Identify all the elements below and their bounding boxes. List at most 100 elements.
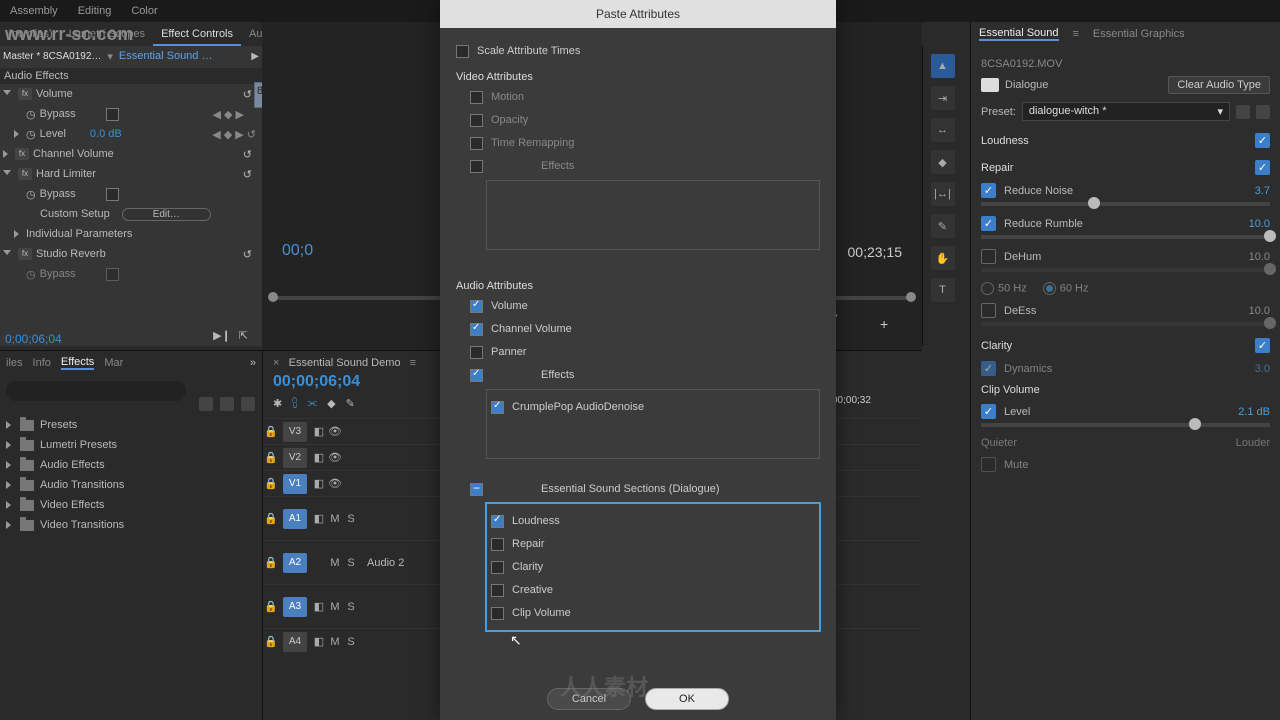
mute-icon[interactable]: M: [327, 601, 343, 613]
reduce-noise-checkbox[interactable]: [981, 183, 996, 198]
razor-tool-icon[interactable]: ◆: [931, 150, 955, 174]
pen-tool-icon[interactable]: ✎: [931, 214, 955, 238]
disclosure-icon[interactable]: [14, 230, 19, 238]
sequence-name[interactable]: Essential Sound Demo: [289, 357, 401, 369]
panner-checkbox[interactable]: [470, 346, 483, 359]
mute-checkbox[interactable]: [981, 457, 996, 472]
tab-essential-graphics[interactable]: Essential Graphics: [1093, 28, 1185, 40]
deess-slider[interactable]: [981, 322, 1270, 326]
video-effects-listbox[interactable]: [486, 180, 820, 250]
seq-link[interactable]: Essential Sound …: [119, 50, 213, 62]
reduce-noise-value[interactable]: 3.7: [1255, 185, 1270, 197]
toggle-output-icon[interactable]: ◧: [311, 600, 327, 613]
toggle-output-icon[interactable]: ◧: [311, 477, 327, 490]
slip-tool-icon[interactable]: |↔|: [931, 182, 955, 206]
radio-50hz[interactable]: [981, 282, 994, 295]
lock-icon[interactable]: 🔒: [263, 477, 279, 490]
solo-icon[interactable]: S: [343, 513, 359, 525]
track-a1[interactable]: A1: [283, 509, 307, 529]
ess-clarity-checkbox[interactable]: [491, 561, 504, 574]
ess-sections-listbox[interactable]: Loudness Repair Clarity Creative Clip Vo…: [486, 503, 820, 631]
track-v1[interactable]: V1: [283, 474, 307, 494]
dehum-checkbox[interactable]: [981, 249, 996, 264]
ripple-edit-icon[interactable]: ↔: [931, 118, 955, 142]
opacity-checkbox[interactable]: [470, 114, 483, 127]
loudness-toggle[interactable]: [1255, 133, 1270, 148]
stopwatch-icon[interactable]: ◷: [26, 108, 36, 121]
radio-60hz[interactable]: [1043, 282, 1056, 295]
lock-icon[interactable]: 🔒: [263, 635, 279, 648]
linked-sel-icon[interactable]: ⫘: [307, 397, 317, 410]
dehum-value[interactable]: 10.0: [1249, 251, 1270, 263]
tree-item-presets[interactable]: Presets: [6, 415, 256, 435]
stopwatch-icon[interactable]: ◷: [26, 128, 36, 141]
tab-effects[interactable]: Effects: [61, 356, 94, 370]
add-icon[interactable]: +: [880, 316, 888, 332]
reduce-noise-slider[interactable]: [981, 202, 1270, 206]
lock-icon[interactable]: 🔒: [263, 512, 279, 525]
fx-hard-limiter[interactable]: Hard Limiter: [36, 168, 96, 180]
time-remap-checkbox[interactable]: [470, 137, 483, 150]
magnet-icon[interactable]: ⩉: [292, 397, 297, 410]
marker-icon[interactable]: ◆: [327, 397, 335, 410]
video-effects-checkbox[interactable]: [470, 160, 483, 173]
audio-effects-listbox[interactable]: CrumplePop AudioDenoise: [486, 389, 820, 459]
tab-markers[interactable]: Mar: [104, 357, 123, 369]
menu-editing[interactable]: Editing: [78, 5, 112, 17]
hand-tool-icon[interactable]: ✋: [931, 246, 955, 270]
lock-icon[interactable]: 🔒: [263, 425, 279, 438]
solo-icon[interactable]: S: [343, 636, 359, 648]
bypass-checkbox[interactable]: [106, 188, 119, 201]
ess-creative-checkbox[interactable]: [491, 584, 504, 597]
preset-dropdown[interactable]: dialogue-witch *▾: [1022, 102, 1230, 121]
track-v2[interactable]: V2: [283, 448, 307, 468]
selection-tool-icon[interactable]: ▲: [931, 54, 955, 78]
dehum-slider[interactable]: [981, 268, 1270, 272]
eye-icon[interactable]: 👁: [327, 451, 343, 464]
solo-icon[interactable]: S: [343, 601, 359, 613]
clear-audio-type-button[interactable]: Clear Audio Type: [1168, 76, 1270, 94]
save-preset-icon[interactable]: [1236, 105, 1250, 119]
fx-studio-reverb[interactable]: Studio Reverb: [36, 248, 106, 260]
track-a4[interactable]: A4: [283, 632, 307, 652]
mute-icon[interactable]: M: [327, 636, 343, 648]
toggle-output-icon[interactable]: ◧: [311, 512, 327, 525]
fx-badge-icon[interactable]: fx: [18, 168, 32, 180]
tab-files[interactable]: iles: [6, 357, 23, 369]
fx-channel-volume[interactable]: Channel Volume: [33, 148, 114, 160]
snap-icon[interactable]: ✱: [273, 397, 282, 410]
tree-item-audio-trans[interactable]: Audio Transitions: [6, 475, 256, 495]
track-a2[interactable]: A2: [283, 553, 307, 573]
effects-search-input[interactable]: [6, 381, 186, 401]
lock-icon[interactable]: 🔒: [263, 556, 279, 569]
level-checkbox[interactable]: [981, 404, 996, 419]
level-slider[interactable]: [981, 423, 1270, 427]
type-tool-icon[interactable]: T: [931, 278, 955, 302]
ess-repair-checkbox[interactable]: [491, 538, 504, 551]
disclosure-icon[interactable]: [3, 170, 11, 179]
section-clarity[interactable]: Clarity: [981, 340, 1012, 352]
tree-item-audio-effects[interactable]: Audio Effects: [6, 455, 256, 475]
disclosure-icon[interactable]: [3, 250, 11, 259]
track-select-icon[interactable]: ⇥: [931, 86, 955, 110]
bypass-checkbox[interactable]: [106, 108, 119, 121]
eye-icon[interactable]: 👁: [327, 425, 343, 438]
dynamics-value[interactable]: 3.0: [1255, 363, 1270, 375]
tree-item-lumetri[interactable]: Lumetri Presets: [6, 435, 256, 455]
solo-icon[interactable]: S: [343, 557, 359, 569]
filter-icon-3[interactable]: [241, 397, 255, 411]
filter-icon-2[interactable]: [220, 397, 234, 411]
tab-effect-controls[interactable]: Effect Controls: [153, 22, 241, 46]
mute-icon[interactable]: M: [327, 513, 343, 525]
toggle-output-icon[interactable]: ◧: [311, 635, 327, 648]
overflow-icon[interactable]: »: [250, 357, 256, 369]
fx-badge-icon[interactable]: fx: [15, 148, 29, 160]
fx-badge-icon[interactable]: fx: [18, 248, 32, 260]
track-a3[interactable]: A3: [283, 597, 307, 617]
fx-badge-icon[interactable]: fx: [18, 88, 32, 100]
motion-checkbox[interactable]: [470, 91, 483, 104]
tab-info[interactable]: Info: [33, 357, 51, 369]
dynamics-checkbox[interactable]: [981, 361, 996, 376]
edit-button[interactable]: Edit…: [122, 208, 211, 221]
reduce-rumble-slider[interactable]: [981, 235, 1270, 239]
